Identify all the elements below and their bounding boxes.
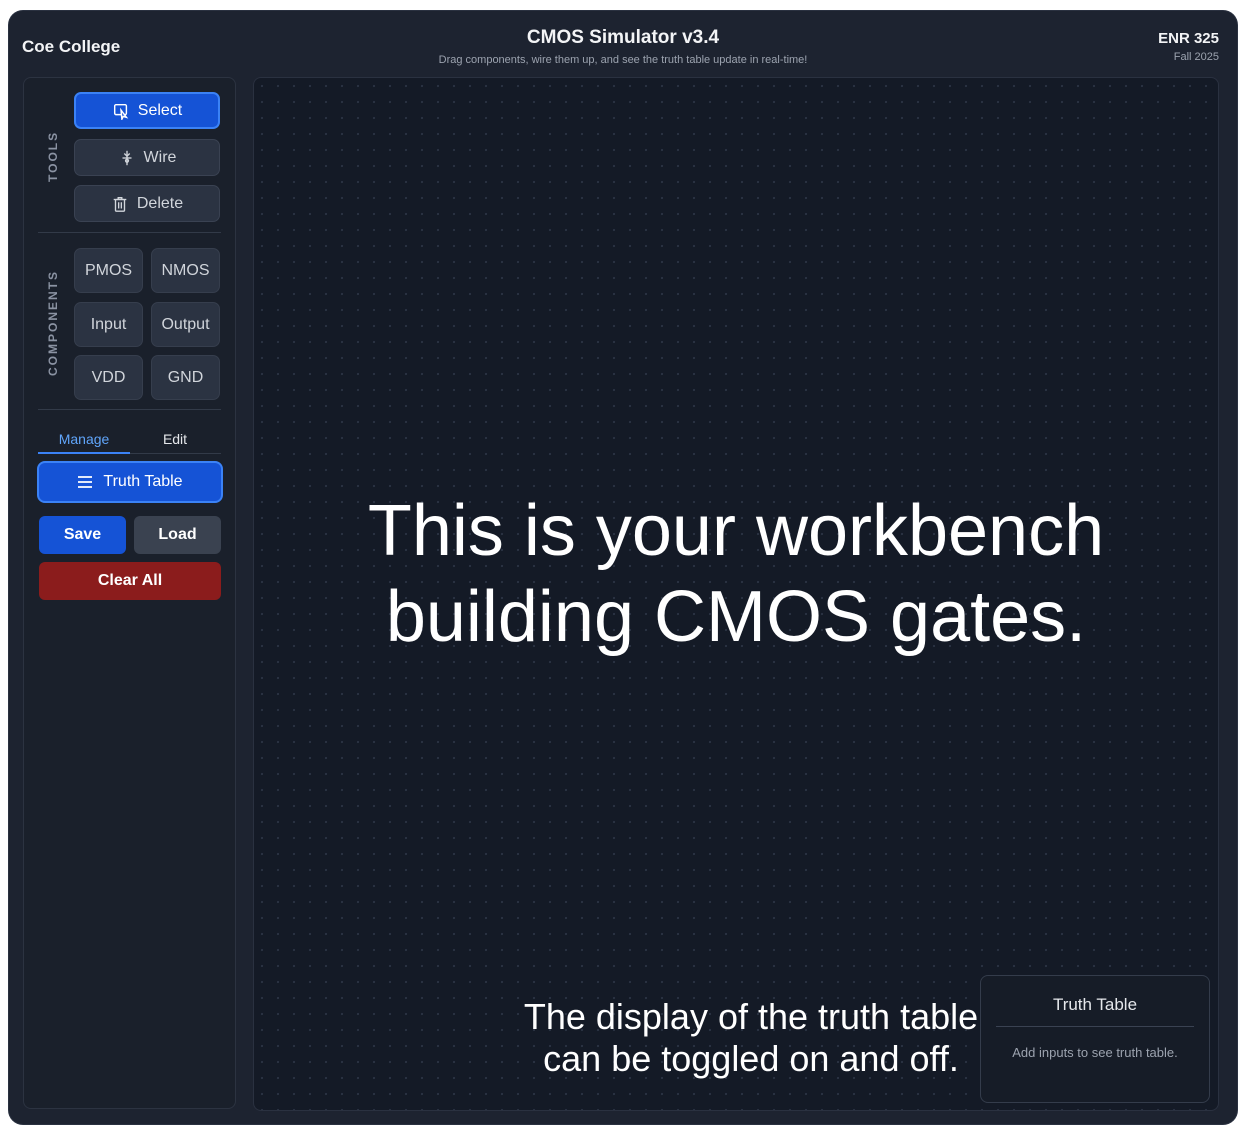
wire-icon xyxy=(122,150,132,165)
input-component-button[interactable]: Input xyxy=(74,302,143,347)
truth-table-empty-message: Add inputs to see truth table. xyxy=(1012,1045,1178,1060)
pmos-component-button[interactable]: PMOS xyxy=(74,248,143,293)
workbench-canvas[interactable]: This is your workbench building CMOS gat… xyxy=(253,77,1219,1111)
divider xyxy=(38,409,221,410)
delete-tool-button[interactable]: Delete xyxy=(74,185,220,222)
wire-tool-button[interactable]: Wire xyxy=(74,139,220,176)
divider xyxy=(38,232,221,233)
components-section-label: COMPONENTS xyxy=(46,269,60,376)
toggle-annotation: The display of the truth table can be to… xyxy=(466,996,1036,1080)
sidebar: TOOLS Select Wire Delete COMPONENTS PMOS… xyxy=(23,77,236,1109)
tab-manage[interactable]: Manage xyxy=(39,431,129,447)
truth-table-button-label: Truth Table xyxy=(103,473,183,490)
trash-icon xyxy=(113,196,127,212)
active-tab-indicator xyxy=(38,452,130,454)
app-window: Coe College CMOS Simulator v3.4 Drag com… xyxy=(9,11,1237,1124)
toggle-annotation-line1: The display of the truth table xyxy=(523,996,979,1037)
vdd-component-button[interactable]: VDD xyxy=(74,355,143,400)
truth-table-panel-title: Truth Table xyxy=(1052,995,1138,1014)
app-subtitle: Drag components, wire them up, and see t… xyxy=(438,54,808,66)
app-header: Coe College CMOS Simulator v3.4 Drag com… xyxy=(9,11,1237,77)
save-button[interactable]: Save xyxy=(39,516,126,554)
truth-table-panel-divider xyxy=(996,1026,1194,1027)
app-title: CMOS Simulator v3.4 xyxy=(526,27,720,48)
workbench-annotation: This is your workbench building CMOS gat… xyxy=(254,488,1218,660)
wire-tool-label: Wire xyxy=(143,148,177,166)
clear-all-button[interactable]: Clear All xyxy=(39,562,221,600)
workbench-annotation-line1: This is your workbench xyxy=(367,491,1105,571)
course-code: ENR 325 xyxy=(1158,30,1219,47)
tab-edit[interactable]: Edit xyxy=(130,431,220,447)
select-tool-button[interactable]: Select xyxy=(74,92,220,129)
truth-table-panel: Truth Table Add inputs to see truth tabl… xyxy=(980,975,1210,1103)
gnd-component-button[interactable]: GND xyxy=(151,355,220,400)
workbench-annotation-line2: building CMOS gates. xyxy=(385,577,1087,657)
output-component-button[interactable]: Output xyxy=(151,302,220,347)
tools-section-label: TOOLS xyxy=(46,130,60,182)
nmos-component-button[interactable]: NMOS xyxy=(151,248,220,293)
menu-icon xyxy=(78,476,93,488)
select-tool-label: Select xyxy=(137,101,183,119)
delete-tool-label: Delete xyxy=(136,194,184,212)
select-icon xyxy=(113,103,129,120)
truth-table-toggle-button[interactable]: Truth Table xyxy=(37,461,223,503)
course-term: Fall 2025 xyxy=(1173,51,1219,63)
course-info: ENR 325 Fall 2025 xyxy=(1158,30,1219,63)
toggle-annotation-line2: can be toggled on and off. xyxy=(543,1038,959,1079)
title-block: CMOS Simulator v3.4 Drag components, wir… xyxy=(9,27,1237,66)
load-button[interactable]: Load xyxy=(134,516,221,554)
